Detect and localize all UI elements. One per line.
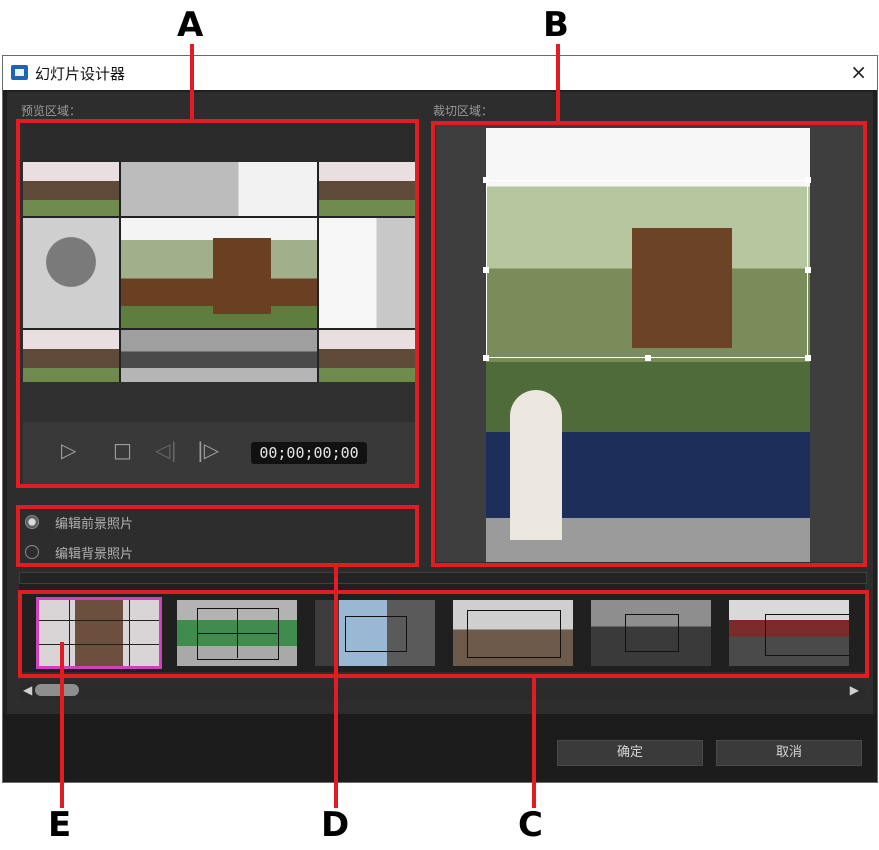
layout-thumbnail-strip [19,584,865,672]
edit-background-option[interactable]: 编辑背景照片 [25,542,133,562]
collage-cell [23,218,119,328]
thumb-grid-line [129,600,130,666]
edit-foreground-label: 编辑前景照片 [55,516,134,532]
stop-icon[interactable]: □ [113,438,132,462]
crop-handle[interactable] [805,355,811,361]
scroll-left-icon[interactable]: ◀ [23,683,32,697]
collage-cell [121,218,317,328]
crop-handle[interactable] [483,177,489,183]
collage-cell [23,330,119,384]
callout-d: D [321,805,350,845]
thumb-grid-line [39,644,159,645]
preview-area [23,124,417,422]
callout-c: C [518,805,543,845]
thumb-grid-line [69,600,70,666]
collage-cell [319,218,415,328]
thumb-grid-line [39,620,159,621]
thumb-frame [197,608,279,660]
scroll-right-icon[interactable]: ▶ [850,683,859,697]
close-icon[interactable]: × [850,60,867,84]
thumbnail-strip-header [19,572,867,584]
window-title: 幻灯片设计器 [35,65,126,83]
scrollbar-thumb[interactable] [35,684,79,696]
crop-area [436,124,864,562]
edit-background-label: 编辑背景照片 [55,546,134,562]
leader-line-c [532,676,536,808]
layout-thumbnail[interactable] [591,600,711,666]
thumb-frame [625,614,679,652]
layout-thumbnail[interactable] [315,600,435,666]
windmill-body [213,238,271,314]
layout-thumbnail[interactable] [177,600,297,666]
edit-foreground-option[interactable]: 编辑前景照片 [25,512,133,532]
play-icon[interactable]: ▷ [61,438,76,462]
layout-thumbnail[interactable] [729,600,849,666]
collage-cell [121,162,317,216]
crop-handle[interactable] [805,267,811,273]
preview-collage-grid [23,162,415,384]
crop-handle[interactable] [805,177,811,183]
previous-frame-icon[interactable]: ◁| [155,438,177,462]
crop-area-label: 裁切区域： [433,104,494,118]
radio-background[interactable] [25,545,39,559]
title-bar: 幻灯片设计器 × [3,56,877,90]
thumb-frame [765,614,849,656]
slideshow-designer-app-icon [11,65,28,80]
crop-handle[interactable] [483,355,489,361]
preview-letterbox-top [23,124,417,162]
timecode-display: 00;00;00;00 [251,442,367,464]
thumbnail-scrollbar[interactable]: ◀ ▶ [19,681,865,701]
callout-e: E [48,805,72,845]
ok-button[interactable]: 确定 [557,740,703,766]
collage-cell [319,162,415,216]
callout-b: B [543,5,569,45]
thumb-frame [467,610,561,658]
layout-thumbnail[interactable] [36,597,162,669]
preview-area-label: 预览区域： [21,104,82,118]
playback-controls: ▷ □ ◁| |▷ 00;00;00;00 [23,422,417,484]
cancel-button[interactable]: 取消 [716,740,862,766]
photo-archway [510,390,562,540]
layout-thumbnail[interactable] [453,600,573,666]
next-frame-icon[interactable]: |▷ [197,438,219,462]
leader-line-a [190,44,194,122]
leader-line-b [556,44,560,122]
collage-cell [319,330,415,384]
radio-foreground[interactable] [25,515,39,529]
crop-selection-box[interactable] [483,177,811,361]
collage-cell [23,162,119,216]
crop-handle[interactable] [645,355,651,361]
leader-line-d [334,565,338,808]
callout-a: A [177,5,204,45]
leader-line-e [60,642,64,808]
slideshow-designer-dialog: 幻灯片设计器 × 预览区域： 裁切区域： ▷ □ ◁| |▷ 00;00;00;… [2,55,878,783]
preview-letterbox-bottom [23,382,417,422]
thumb-frame [345,616,407,652]
collage-cell [121,330,317,384]
thumb-grid-line [197,633,277,634]
crop-handle[interactable] [483,267,489,273]
dialog-button-bar: 确定 取消 [3,714,877,782]
